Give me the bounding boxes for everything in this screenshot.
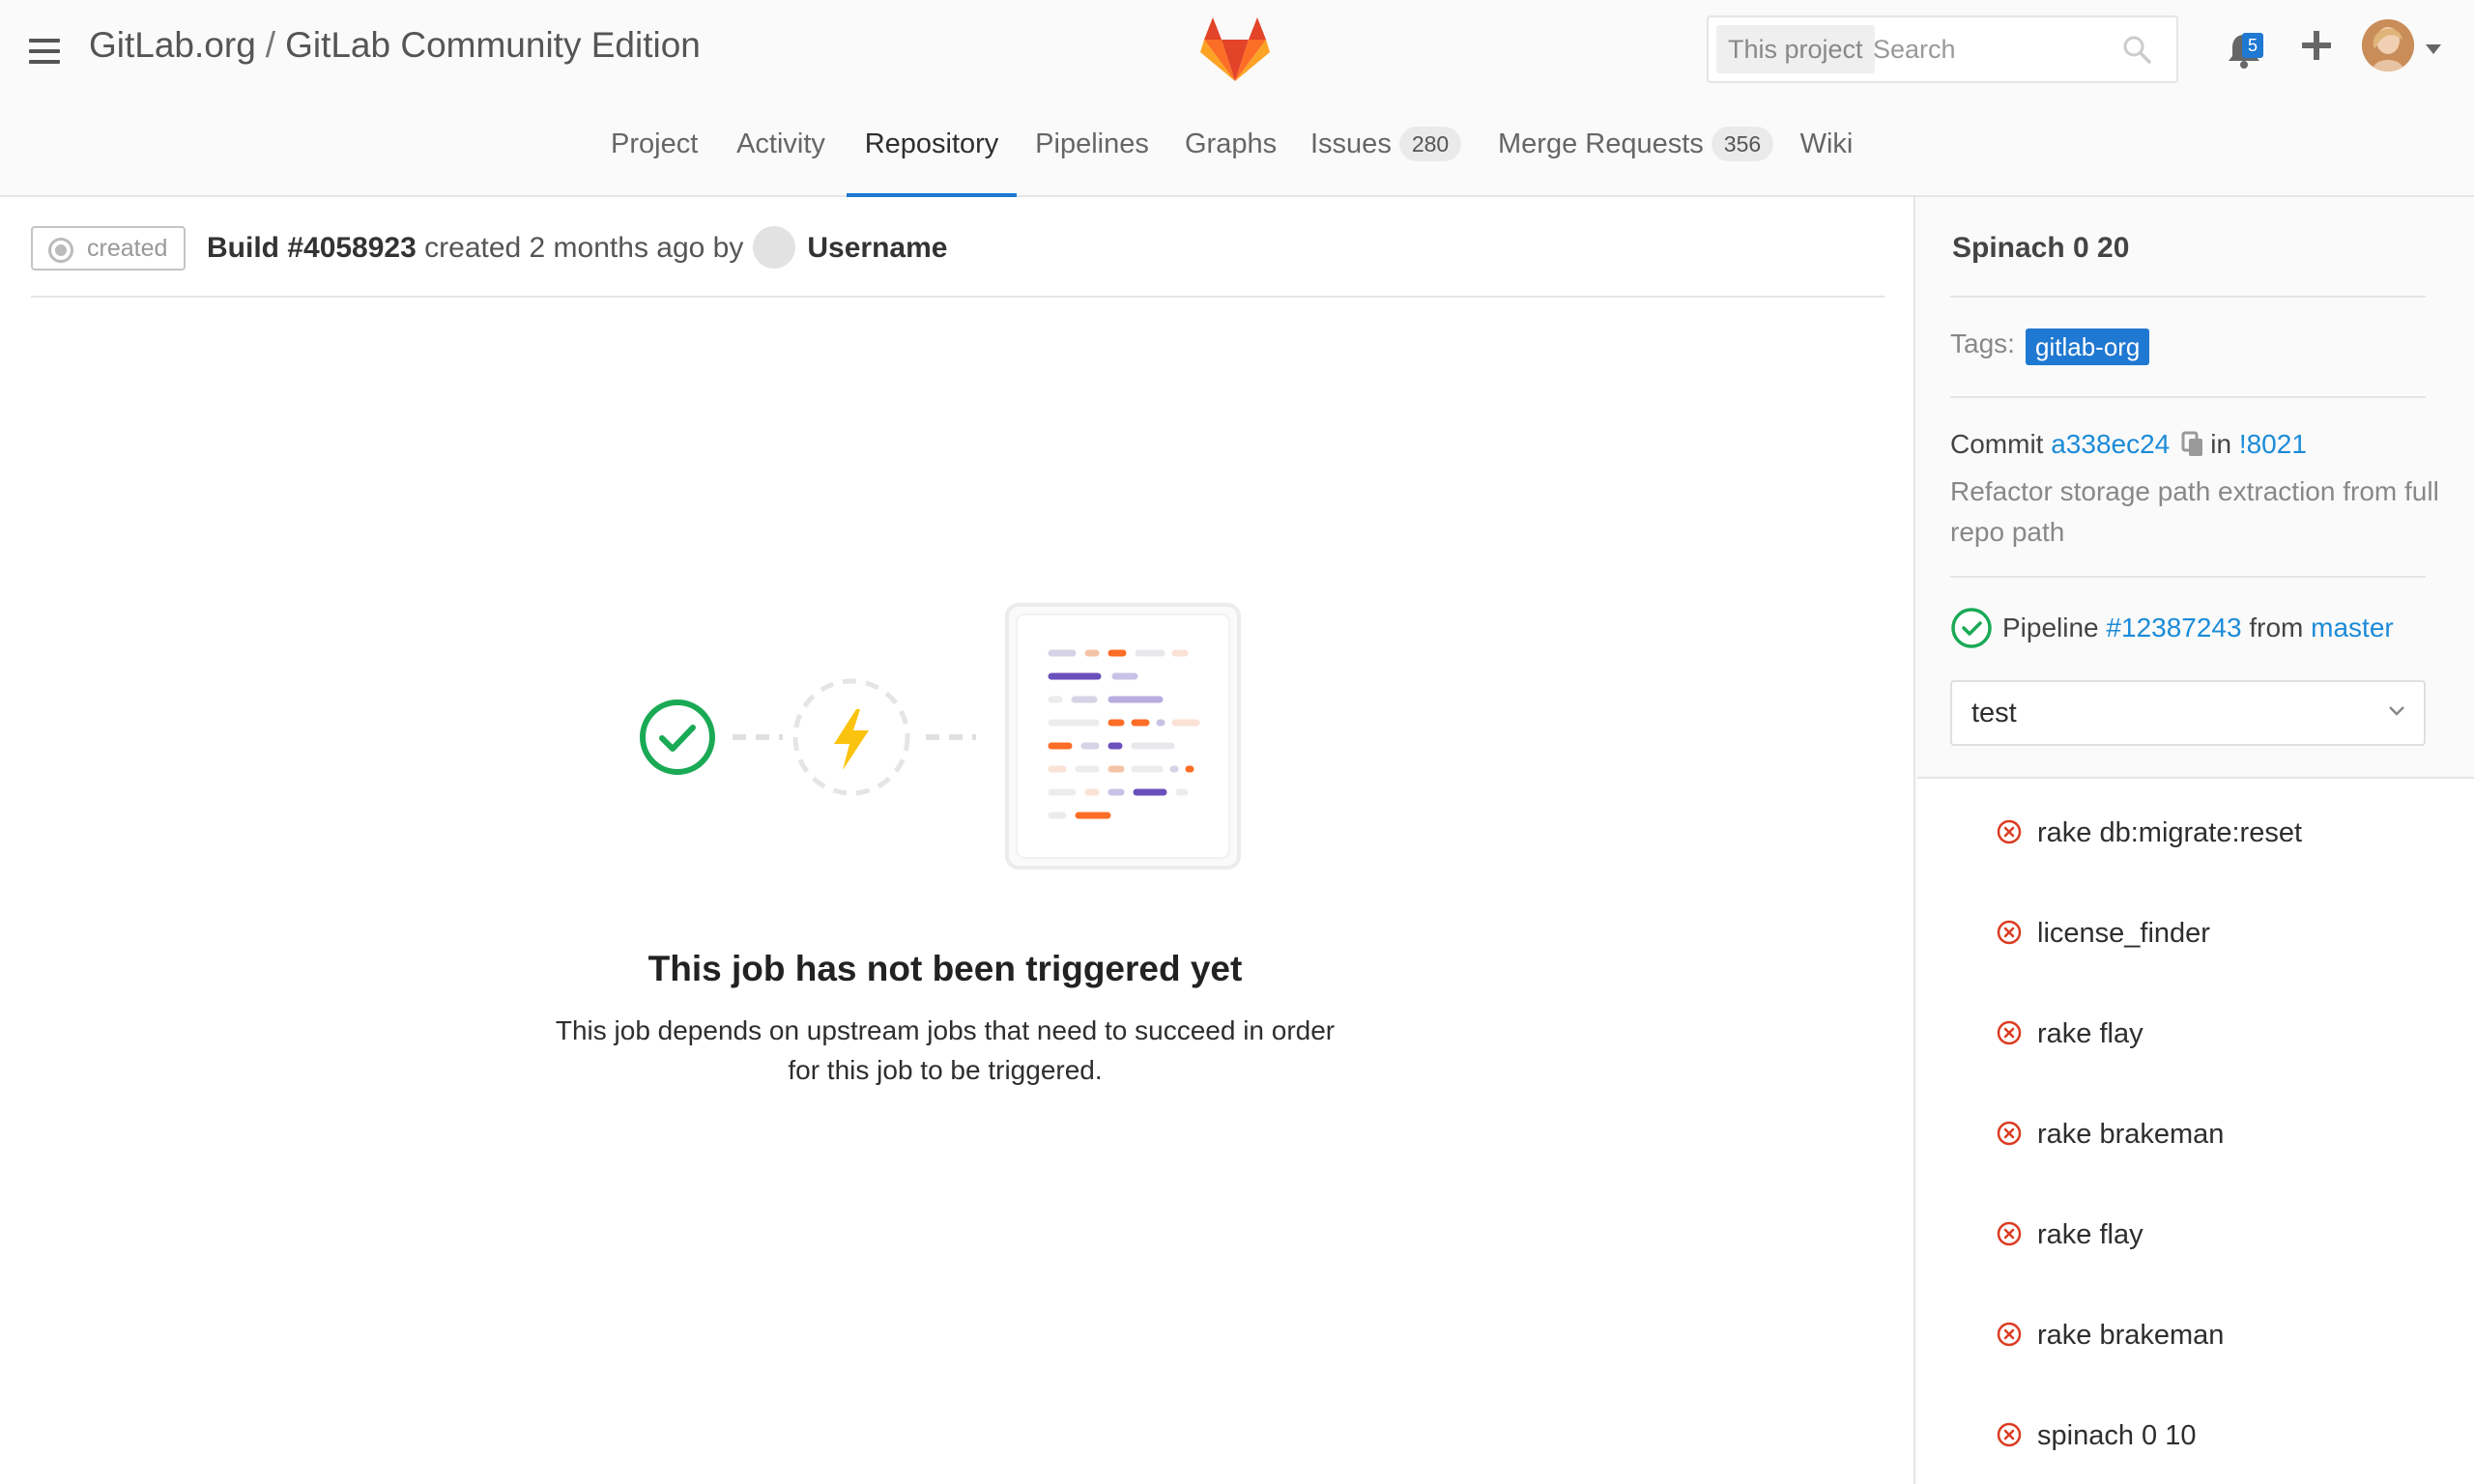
job-name: rake brakeman — [2037, 1320, 2225, 1351]
job-item[interactable]: rake brakeman — [1997, 1113, 2224, 1156]
from-label: from — [2249, 613, 2304, 642]
tab-activity[interactable]: Activity — [734, 116, 827, 197]
sidebar-title: Spinach 0 20 — [1952, 232, 2130, 264]
empty-state-title: This job has not been triggered yet — [647, 949, 1243, 988]
build-id: Build #4058923 — [207, 232, 417, 264]
job-item[interactable]: rake flay — [1997, 1013, 2143, 1055]
tab-project[interactable]: Project — [611, 116, 698, 197]
breadcrumb-separator: / — [265, 25, 276, 65]
job-name: rake db:migrate:reset — [2037, 817, 2303, 848]
tab-graphs[interactable]: Graphs — [1185, 116, 1277, 197]
pipeline-label: Pipeline — [2002, 613, 2099, 642]
divider — [1950, 576, 2426, 578]
job-name: rake flay — [2037, 1018, 2143, 1049]
tab-issues[interactable]: Issues 280 — [1310, 116, 1462, 197]
success-circle-icon — [640, 699, 715, 775]
search-input[interactable] — [1873, 27, 2105, 71]
failed-status-icon — [1997, 1323, 2022, 1347]
job-item[interactable]: rake flay — [1997, 1213, 2143, 1256]
job-item[interactable]: license_finder — [1997, 912, 2210, 955]
commit-message: Refactor storage path extraction from fu… — [1950, 476, 2439, 547]
issues-count-badge: 280 — [1398, 127, 1462, 162]
commit-label: Commit — [1950, 429, 2044, 459]
empty-state-description: This job depends on upstream jobs that n… — [555, 1015, 1336, 1085]
notification-count-badge: 5 — [2242, 33, 2263, 58]
pipeline-id-link[interactable]: #12387243 — [2106, 613, 2241, 642]
build-header: created Build #4058923 created 2 months … — [31, 197, 1884, 298]
commit-sha-link[interactable]: a338ec24 — [2051, 429, 2170, 459]
tab-pipelines[interactable]: Pipelines — [1034, 116, 1150, 197]
jobs-list: rake db:migrate:reset license_finder rak… — [1917, 777, 2474, 1484]
search-icon[interactable] — [2122, 35, 2151, 64]
divider — [1950, 396, 2426, 398]
hamburger-menu-icon[interactable] — [29, 39, 60, 64]
project-nav: Project Activity Repository Pipelines Gr… — [0, 116, 2474, 197]
search-box: This project — [1707, 15, 2178, 83]
tab-repository[interactable]: Repository — [847, 116, 1017, 197]
tab-wiki[interactable]: Wiki — [1799, 116, 1854, 197]
failed-status-icon — [1997, 1021, 2022, 1045]
branch-link[interactable]: master — [2311, 613, 2394, 642]
lightning-bolt-icon — [792, 678, 910, 796]
author-avatar[interactable] — [753, 226, 796, 270]
job-name: rake brakeman — [2037, 1119, 2225, 1150]
author-username[interactable]: Username — [807, 232, 947, 264]
copy-clipboard-icon[interactable] — [2181, 431, 2204, 458]
failed-status-icon — [1997, 921, 2022, 945]
plus-icon[interactable] — [2302, 31, 2331, 60]
job-item[interactable]: spinach 0 10 — [1997, 1414, 2196, 1457]
user-avatar-image — [2362, 19, 2414, 71]
breadcrumb: GitLab.org / GitLab Community Edition — [89, 25, 701, 66]
status-badge[interactable]: created — [31, 226, 186, 271]
job-name: rake flay — [2037, 1219, 2143, 1250]
status-created-icon — [48, 238, 73, 263]
status-label: created — [87, 235, 168, 262]
build-sidebar: Spinach 0 20 Tags: gitlab-org Commit a33… — [1913, 197, 2474, 1484]
top-header: GitLab.org / GitLab Community Edition This… — [0, 0, 2474, 197]
failed-status-icon — [1997, 1222, 2022, 1246]
pipeline-info: Pipeline #12387243 from master — [1950, 607, 2394, 651]
chevron-down-icon[interactable] — [2426, 44, 2441, 54]
breadcrumb-group[interactable]: GitLab.org — [89, 25, 256, 65]
stage-dropdown-value: test — [1971, 698, 2017, 728]
gitlab-logo-icon[interactable] — [1200, 17, 1270, 81]
tab-merge-requests[interactable]: Merge Requests 356 — [1498, 116, 1774, 197]
tags-label: Tags: — [1950, 328, 2015, 358]
merge-request-link[interactable]: !8021 — [2239, 429, 2307, 459]
job-not-triggered-illustration — [640, 603, 1241, 870]
commit-info: Commit a338ec24 in !8021 — [1950, 429, 2307, 460]
chevron-down-icon — [2389, 706, 2404, 716]
pipeline-success-icon[interactable] — [1950, 607, 1993, 649]
breadcrumb-project[interactable]: GitLab Community Edition — [285, 25, 701, 65]
failed-status-icon — [1997, 1122, 2022, 1146]
job-item[interactable]: rake brakeman — [1997, 1314, 2224, 1356]
merge-requests-count-badge: 356 — [1711, 127, 1774, 162]
stage-dropdown[interactable]: test — [1950, 680, 2426, 746]
job-name: license_finder — [2037, 918, 2210, 949]
in-label: in — [2210, 429, 2232, 459]
user-avatar[interactable] — [2362, 19, 2414, 71]
job-item[interactable]: rake db:migrate:reset — [1997, 812, 2302, 854]
divider — [1950, 296, 2426, 298]
failed-status-icon — [1997, 820, 2022, 844]
failed-status-icon — [1997, 1423, 2022, 1447]
build-title: Build #4058923 created 2 months ago by Us… — [207, 226, 947, 271]
job-name: spinach 0 10 — [2037, 1420, 2197, 1451]
search-scope-badge[interactable]: This project — [1716, 25, 1875, 73]
tag-badge[interactable]: gitlab-org — [2026, 328, 2150, 365]
job-log-document-icon — [1005, 603, 1241, 870]
build-created-text: created 2 months ago by — [424, 232, 744, 264]
